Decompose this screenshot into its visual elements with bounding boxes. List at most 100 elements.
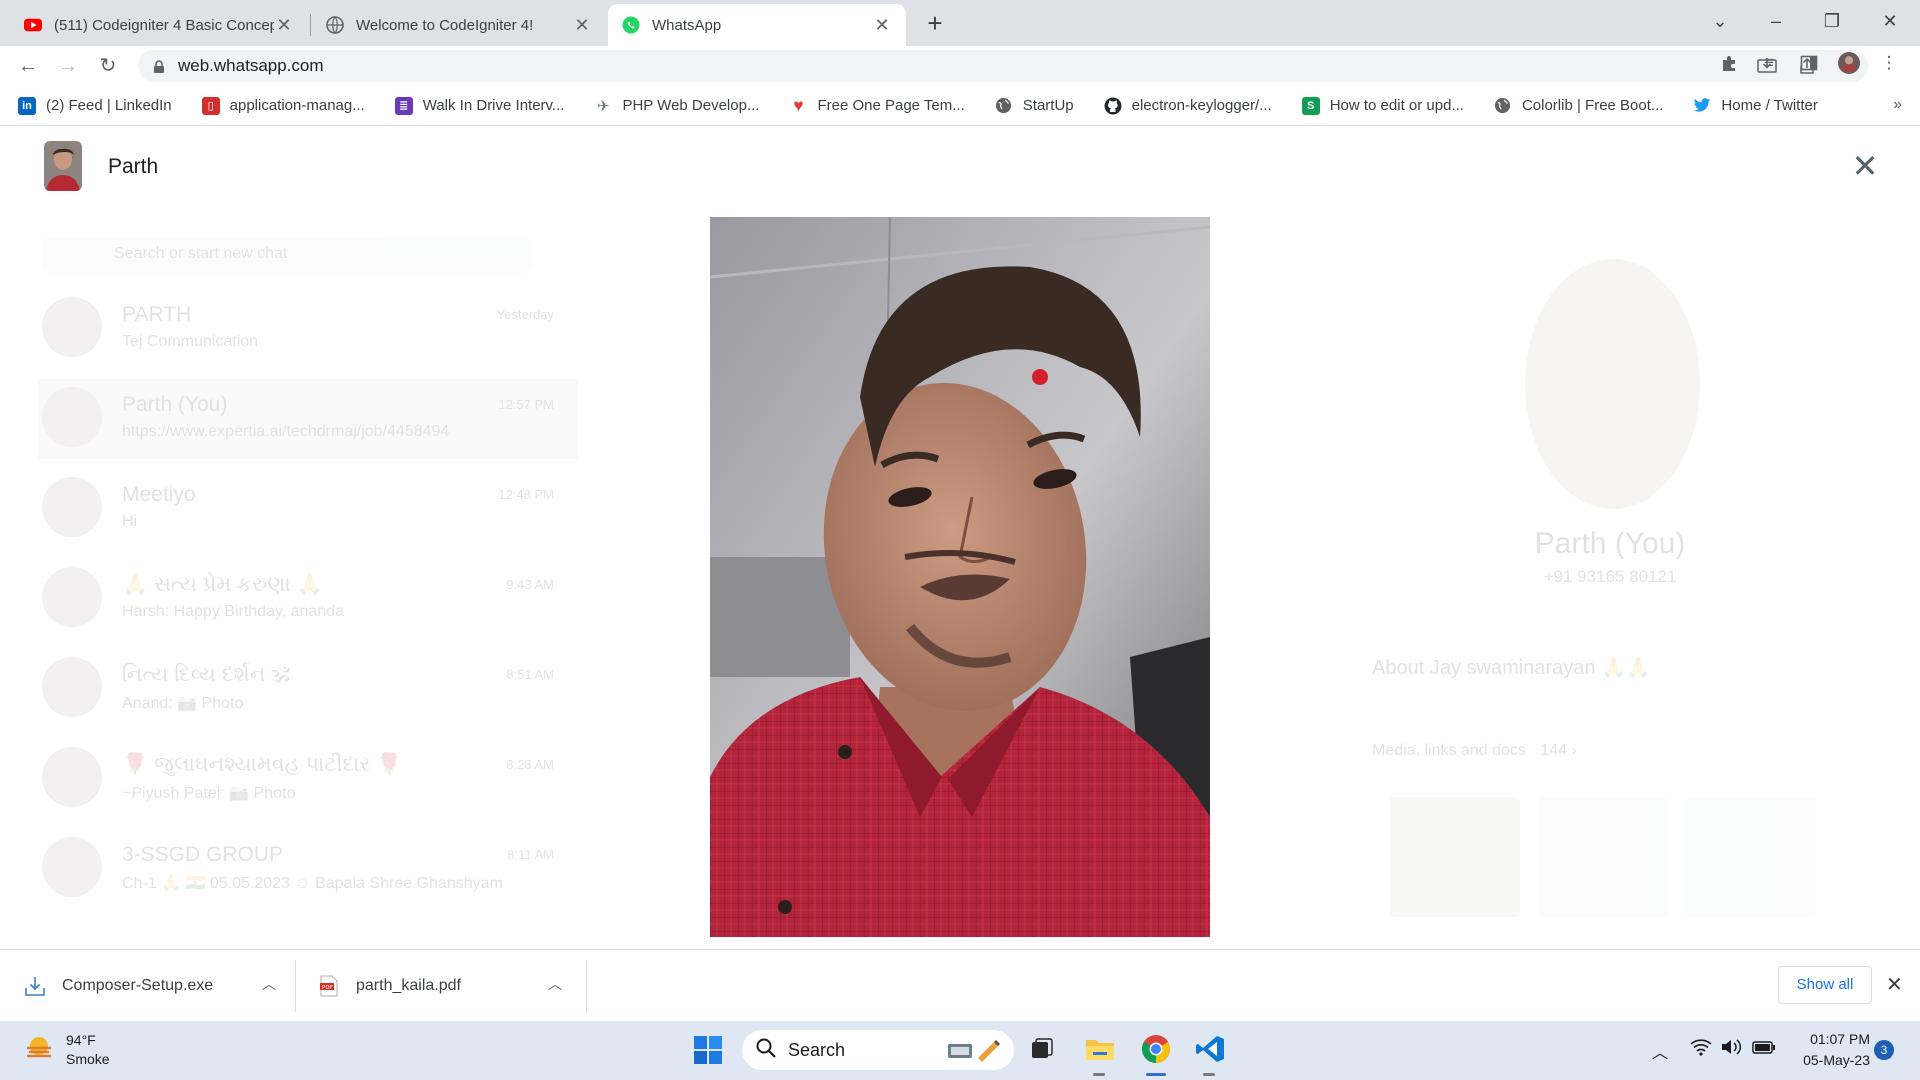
contact-name: Parth	[108, 155, 159, 178]
clock-time: 01:07 PM	[1810, 1031, 1870, 1047]
weather-widget[interactable]: 94°F Smoke	[24, 1031, 110, 1069]
wifi-icon[interactable]	[1690, 1038, 1712, 1061]
chat-name: 🌹 જુલાઘનશ્યામવહ પાટીદાર 🌹	[122, 753, 403, 776]
close-tab-icon[interactable]: ✕	[872, 15, 892, 36]
bookmark-label: PHP Web Develop...	[622, 97, 760, 114]
task-view-icon[interactable]	[1026, 1033, 1058, 1065]
tab-whatsapp[interactable]: WhatsApp ✕	[608, 4, 906, 46]
bookmark-label: Colorlib | Free Boot...	[1521, 97, 1664, 114]
chat-time: 12:57 PM	[498, 397, 554, 412]
search-icon	[756, 1038, 776, 1063]
chat-name: 🙏 સત્ય પ્રેમ કરુણા 🙏	[122, 573, 323, 596]
forward-icon[interactable]: →	[54, 52, 82, 80]
vscode-icon[interactable]	[1194, 1033, 1226, 1065]
chrome-menu-icon[interactable]: ⋮	[1878, 52, 1900, 74]
chrome-icon[interactable]	[1140, 1033, 1172, 1065]
bookmark-label: Walk In Drive Interv...	[422, 97, 565, 114]
tab-search-icon[interactable]: ⌄	[1700, 4, 1740, 38]
close-tab-icon[interactable]: ✕	[274, 15, 294, 36]
side-panel-icon[interactable]	[1798, 52, 1820, 74]
back-icon[interactable]: ←	[14, 52, 42, 80]
tab-codeigniter-video[interactable]: (511) Codeigniter 4 Basic Concep ✕	[10, 4, 308, 46]
close-icon[interactable]: ✕	[1848, 149, 1882, 183]
download-separator	[586, 960, 587, 1012]
background-media-links: Media, links and docs 144 ›	[1372, 742, 1577, 759]
close-downloads-icon[interactable]: ✕	[1886, 972, 1903, 997]
lock-icon	[152, 59, 166, 73]
windows-taskbar: 94°F Smoke Search ︿ 01:07 PM 05-May-23 3	[0, 1021, 1920, 1080]
tab-separator	[310, 14, 311, 36]
bookmark-electron-keylogger[interactable]: electron-keylogger/...	[1104, 97, 1272, 115]
chat-name: PARTH	[122, 303, 192, 326]
drone-icon: ✈	[597, 97, 610, 115]
windows-start-icon[interactable]	[693, 1035, 723, 1070]
bookmark-label: (2) Feed | LinkedIn	[46, 97, 172, 114]
url-text: web.whatsapp.com	[178, 56, 324, 75]
tab-codeigniter-welcome[interactable]: Welcome to CodeIgniter 4! ✕	[312, 4, 606, 46]
close-window-icon[interactable]: ✕	[1870, 4, 1910, 38]
chat-time: 12:48 PM	[498, 487, 554, 502]
extensions-icon[interactable]	[1718, 52, 1740, 74]
media-control-icon[interactable]: ≡	[1758, 52, 1780, 74]
running-indicator	[1203, 1073, 1215, 1076]
chat-time: 8:51 AM	[506, 667, 554, 682]
address-bar[interactable]: web.whatsapp.com ☆	[138, 50, 1868, 82]
chat-time: 9:43 AM	[506, 577, 554, 592]
more-bookmarks-icon[interactable]: »	[1893, 96, 1902, 114]
weather-description: Smoke	[66, 1051, 110, 1067]
show-all-button[interactable]: Show all	[1778, 966, 1872, 1004]
tab-title: WhatsApp	[652, 16, 722, 34]
globe-icon	[1494, 97, 1512, 115]
list-item: 🙏 સત્ય પ્રેમ કરુણા 🙏 9:43 AM Harsh: Happy …	[38, 559, 578, 639]
bookmark-twitter[interactable]: Home / Twitter	[1693, 97, 1818, 115]
clock-date: 05-May-23	[1803, 1052, 1870, 1068]
list-item: 🌹 જુલાઘનશ્યામવહ પાટીદાર 🌹 8:28 AM ~Piyush …	[38, 739, 578, 819]
taskbar-search-box[interactable]: Search	[742, 1030, 1014, 1070]
bookmark-php-web-developer[interactable]: ✈ PHP Web Develop...	[594, 97, 759, 115]
download-filename: parth_kaila.pdf	[356, 977, 461, 994]
chat-preview: Tej Communication	[122, 333, 259, 350]
notification-badge[interactable]: 3	[1874, 1040, 1894, 1060]
profile-avatar[interactable]	[1838, 52, 1860, 74]
taskbar-clock[interactable]: 01:07 PM 05-May-23	[1790, 1029, 1870, 1071]
background-chat-list: Search or start new chat PARTH Yesterday T…	[24, 207, 584, 949]
reload-icon[interactable]: ↻	[94, 52, 122, 80]
avatar[interactable]	[44, 141, 82, 191]
search-label: Search	[788, 1039, 846, 1060]
bookmark-linkedin[interactable]: in (2) Feed | LinkedIn	[18, 96, 172, 115]
chat-preview: https://www.expertia.ai/techdrmaj/job/44…	[122, 423, 450, 440]
chat-name: નિત્ય દિવ્ય દર્શન 🕉	[122, 663, 291, 686]
show-hidden-icons-chevron[interactable]: ︿	[1652, 1039, 1668, 1063]
list-item: PARTH Yesterday Tej Communication	[38, 289, 578, 369]
chat-time: 8:28 AM	[506, 757, 554, 772]
browser-toolbar: ← → ↻ web.whatsapp.com ☆ ≡ ⋮	[0, 46, 1920, 86]
bookmark-label: application-manag...	[229, 97, 365, 114]
chevron-up-icon[interactable]: ︿	[262, 974, 276, 994]
new-tab-button[interactable]: +	[920, 8, 950, 38]
close-tab-icon[interactable]: ✕	[572, 15, 592, 36]
chat-time: 8:11 AM	[507, 847, 554, 862]
chat-preview: Harsh: Happy Birthday, ananda	[122, 603, 345, 620]
media-thumbnail	[1538, 797, 1668, 917]
minimize-icon[interactable]: –	[1756, 4, 1796, 38]
bookmark-walk-in-drive[interactable]: ≣ Walk In Drive Interv...	[394, 96, 565, 115]
app-manager-icon: ▯	[201, 96, 220, 115]
battery-icon[interactable]	[1752, 1039, 1776, 1060]
download-item-pdf[interactable]: PDF parth_kaila.pdf ︿	[318, 950, 576, 1022]
restore-icon[interactable]: ❐	[1812, 4, 1852, 38]
volume-icon[interactable]	[1720, 1038, 1742, 1061]
bookmark-application-manager[interactable]: ▯ application-manag...	[201, 96, 365, 115]
bookmark-startup[interactable]: StartUp	[995, 97, 1074, 115]
list-item: 3-SSGD GROUP 8:11 AM Ch-1 🙏 🇮🇳 05.05.2023 …	[38, 829, 578, 909]
background-profile-avatar	[1525, 259, 1700, 509]
chevron-up-icon[interactable]: ︿	[548, 974, 562, 994]
twitter-icon	[1693, 97, 1711, 115]
bookmark-colorlib[interactable]: Colorlib | Free Boot...	[1494, 97, 1663, 115]
bookmark-free-one-page[interactable]: ♥ Free One Page Tem...	[789, 96, 964, 115]
download-item-composer[interactable]: Composer-Setup.exe ︿	[24, 950, 290, 1022]
bookmark-how-to-edit[interactable]: S How to edit or upd...	[1301, 96, 1464, 115]
media-count: 144	[1540, 742, 1568, 759]
youtube-icon	[24, 16, 42, 34]
file-explorer-icon[interactable]	[1084, 1033, 1116, 1065]
background-profile-about: About Jay swaminarayan 🙏🙏	[1372, 657, 1651, 679]
